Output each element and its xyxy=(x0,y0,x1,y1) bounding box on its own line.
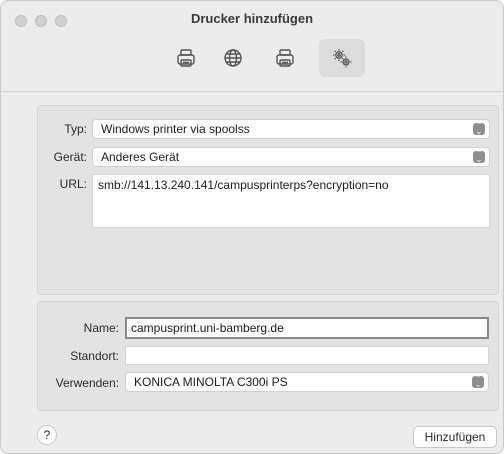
toolbar-windows-button[interactable] xyxy=(265,39,305,77)
add-printer-window: Drucker hinzufügen Typ: Windows printer … xyxy=(0,0,504,454)
gears-icon xyxy=(333,49,352,68)
type-select[interactable]: Windows printer via spoolss ⌃ ⌄ xyxy=(92,119,490,139)
use-label: Verwenden: xyxy=(55,376,119,390)
toolbar-advanced-button[interactable] xyxy=(319,39,365,77)
globe-icon xyxy=(224,49,242,67)
type-label: Typ: xyxy=(64,122,87,136)
name-label: Name: xyxy=(83,321,119,335)
device-label: Gerät: xyxy=(53,150,87,164)
driver-select-value: KONICA MINOLTA C300i PS xyxy=(134,375,288,389)
printer-icon xyxy=(177,49,195,67)
url-label: URL: xyxy=(59,177,87,191)
chevron-updown-icon: ⌃ ⌄ xyxy=(473,150,485,164)
titlebar: Drucker hinzufügen xyxy=(1,1,503,92)
device-select[interactable]: Anderes Gerät ⌃ ⌄ xyxy=(92,147,490,167)
printer-icon xyxy=(276,49,294,67)
chevron-updown-icon: ⌃ ⌄ xyxy=(472,375,484,389)
type-select-value: Windows printer via spoolss xyxy=(101,122,250,136)
url-field[interactable]: smb://141.13.240.141/campusprinterps?enc… xyxy=(92,174,490,228)
toolbar-default-button[interactable] xyxy=(166,39,206,77)
device-select-value: Anderes Gerät xyxy=(101,150,180,164)
toolbar-ip-button[interactable] xyxy=(213,39,253,77)
window-title: Drucker hinzufügen xyxy=(190,11,314,26)
help-button[interactable]: ? xyxy=(37,425,57,445)
chevron-updown-icon: ⌃ ⌄ xyxy=(473,122,485,136)
add-button[interactable]: Hinzufügen xyxy=(413,426,497,448)
location-label: Standort: xyxy=(70,349,119,363)
driver-select[interactable]: KONICA MINOLTA C300i PS ⌃ ⌄ xyxy=(125,372,489,392)
location-field[interactable] xyxy=(125,346,489,365)
name-field[interactable]: campusprint.uni-bamberg.de xyxy=(125,317,489,339)
